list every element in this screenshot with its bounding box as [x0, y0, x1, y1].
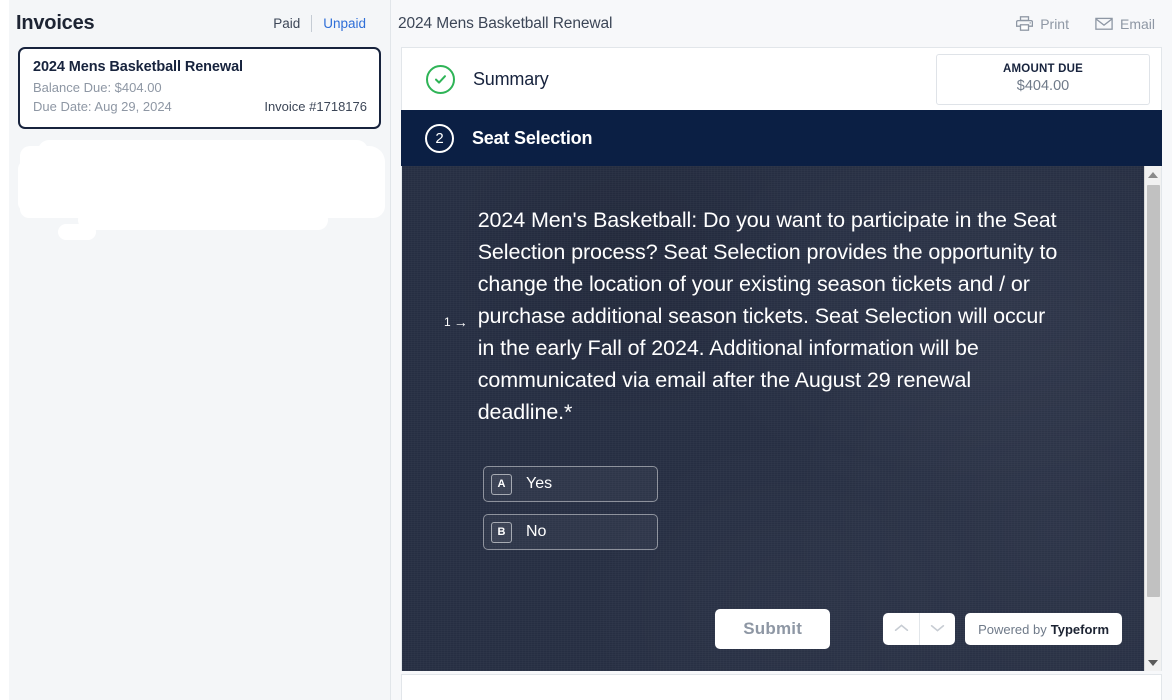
- sidebar-header: Invoices Paid Unpaid: [9, 0, 390, 47]
- summary-label: Summary: [473, 68, 549, 89]
- invoice-list: 2024 Mens Basketball Renewal Balance Due…: [9, 47, 390, 240]
- choice-key-a: A: [491, 473, 512, 495]
- step-label: Seat Selection: [472, 127, 593, 148]
- step-number-badge: 2: [425, 123, 454, 153]
- seat-selection-step-header[interactable]: 2 Seat Selection: [401, 110, 1162, 166]
- invoice-card-selected[interactable]: 2024 Mens Basketball Renewal Balance Due…: [18, 47, 381, 129]
- invoice-card-due-date: Due Date: Aug 29, 2024: [33, 99, 172, 114]
- arrow-right-icon: →: [453, 313, 468, 330]
- powered-by-typeform-link[interactable]: Powered by Typeform: [965, 613, 1122, 645]
- invoices-sidebar: Invoices Paid Unpaid 2024 Mens Basketbal…: [0, 0, 391, 700]
- nav-previous-button[interactable]: [883, 613, 919, 645]
- question-block: 1 → 2024 Men's Basketball: Do you want t…: [444, 204, 1084, 428]
- summary-section: Summary AMOUNT DUE $404.00: [401, 47, 1162, 110]
- typeform-footer: Submit Powered by Typeform: [402, 609, 1144, 649]
- answer-choice-no[interactable]: B No: [483, 514, 658, 550]
- amount-due-label: AMOUNT DUE: [1003, 62, 1083, 75]
- invoice-card-redacted[interactable]: [18, 136, 385, 240]
- invoice-detail-title: 2024 Mens Basketball Renewal: [398, 14, 613, 32]
- choice-key-b: B: [491, 521, 512, 543]
- invoice-card-footer-row: Due Date: Aug 29, 2024 Invoice #1718176: [33, 97, 367, 116]
- typeform-footer-right: Powered by Typeform: [883, 613, 1122, 645]
- scrollbar-up-button[interactable]: [1145, 166, 1162, 183]
- printer-icon: [1016, 15, 1034, 32]
- chevron-down-icon: [930, 620, 945, 638]
- redaction-mark: [38, 140, 368, 162]
- invoice-card-number: Invoice #1718176: [264, 99, 367, 114]
- content-header: 2024 Mens Basketball Renewal Print Email: [391, 0, 1172, 47]
- scrollbar-thumb[interactable]: [1146, 185, 1160, 597]
- nav-next-button[interactable]: [919, 613, 955, 645]
- typeform-survey: 1 → 2024 Men's Basketball: Do you want t…: [402, 166, 1144, 671]
- choice-label-no: No: [526, 523, 547, 540]
- question-text: 2024 Men's Basketball: Do you want to pa…: [477, 208, 1058, 424]
- email-label: Email: [1119, 15, 1155, 32]
- scrollbar-track[interactable]: [1145, 183, 1162, 654]
- filter-tab-paid[interactable]: Paid: [262, 15, 311, 32]
- typeform-brand: Typeform: [1050, 621, 1109, 637]
- check-circle-icon: [426, 64, 455, 94]
- invoice-portal-app: Invoices Paid Unpaid 2024 Mens Basketbal…: [0, 0, 1172, 700]
- print-button[interactable]: Print: [1016, 15, 1069, 32]
- redaction-mark: [78, 210, 328, 230]
- invoice-filter-tabs: Paid Unpaid: [262, 15, 377, 32]
- header-actions: Print Email: [1016, 15, 1155, 32]
- question-number: 1: [444, 314, 451, 329]
- page-title: Invoices: [16, 12, 95, 34]
- invoice-card-title: 2024 Mens Basketball Renewal: [33, 59, 243, 75]
- amount-due-box: AMOUNT DUE $404.00: [936, 53, 1150, 105]
- answer-choices: A Yes B No: [483, 466, 1084, 550]
- print-label: Print: [1040, 15, 1069, 32]
- email-button[interactable]: Email: [1095, 16, 1155, 32]
- scrollbar-down-button[interactable]: [1145, 654, 1162, 671]
- envelope-icon: [1095, 16, 1113, 31]
- invoice-card-balance-due: Balance Due: $404.00: [33, 80, 162, 95]
- redaction-mark: [58, 224, 96, 240]
- typeform-nav-arrows: [883, 613, 956, 645]
- summary-left: Summary: [426, 64, 549, 94]
- amount-due-value: $404.00: [1016, 77, 1070, 94]
- question-index: 1 →: [444, 204, 468, 428]
- summary-row[interactable]: Summary AMOUNT DUE $404.00: [402, 48, 1161, 110]
- next-section-partial: [401, 674, 1162, 700]
- answer-choice-yes[interactable]: A Yes: [483, 466, 658, 502]
- filter-tab-unpaid[interactable]: Unpaid: [312, 15, 377, 32]
- submit-button[interactable]: Submit: [715, 609, 831, 649]
- choice-label-yes: Yes: [526, 475, 553, 492]
- scroll-up-icon: [1148, 171, 1158, 178]
- typeform-scrollbar[interactable]: [1144, 166, 1161, 671]
- scroll-down-icon: [1148, 659, 1158, 666]
- typeform-embed-region: 1 → 2024 Men's Basketball: Do you want t…: [401, 166, 1162, 671]
- invoice-detail-panel: 2024 Mens Basketball Renewal Print Email…: [391, 0, 1172, 700]
- powered-by-prefix: Powered by: [978, 621, 1047, 637]
- chevron-up-icon: [894, 620, 909, 638]
